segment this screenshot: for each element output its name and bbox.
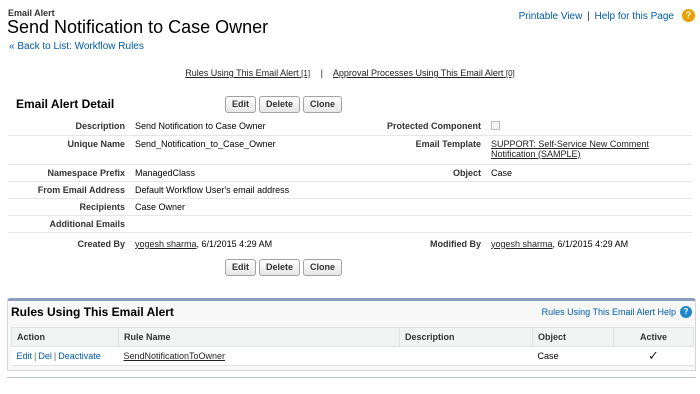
section-title: Email Alert Detail [16,97,115,111]
checkmark-icon: ✓ [648,348,659,363]
delete-button[interactable]: Delete [259,259,301,276]
detail-row: Namespace Prefix ManagedClass Object Cas… [8,164,692,182]
field-label: Created By [77,238,125,249]
field-label: Object [346,164,486,182]
field-value: Case [486,164,692,182]
object-cell: Case [532,346,614,366]
help-for-page-link[interactable]: Help for this Page [595,11,675,22]
field-label: Modified By [430,238,481,249]
created-date: , 6/1/2015 4:29 AM [196,238,273,249]
modified-date: , 6/1/2015 4:29 AM [552,238,629,249]
column-header-active[interactable]: Active [613,327,694,347]
detail-row: Description Send Notification to Case Ow… [8,118,692,136]
field-value [130,215,692,233]
delete-button[interactable]: Delete [259,96,301,113]
active-cell: ✓ [613,346,694,366]
question-circle-icon[interactable]: ? [680,306,692,318]
page-help-links: Printable View | Help for this Page [519,11,674,22]
edit-button[interactable]: Edit [225,259,256,276]
field-value: yogesh sharma, 6/1/2015 4:29 AM [130,232,346,257]
rule-name-cell: SendNotificationToOwner [118,346,400,366]
rules-using-link[interactable]: Rules Using This Email Alert [1] [185,68,310,78]
field-label: Protected Component [346,118,486,136]
detail-row: Unique Name Send_Notification_to_Case_Ow… [8,135,692,165]
field-value [486,118,692,136]
detail-row: Recipients Case Owner [8,198,692,216]
table-header-row: Action Rule Name Description Object Acti… [11,327,694,347]
field-value: Send_Notification_to_Case_Owner [130,135,346,165]
divider [7,377,696,378]
deactivate-rule-link[interactable]: Deactivate [58,351,101,361]
delete-rule-link[interactable]: Del [38,351,52,361]
detail-table: Description Send Notification to Case Ow… [8,118,692,257]
column-header-action: Action [11,327,119,347]
field-value: ManagedClass [130,164,346,182]
separator: | [587,11,590,22]
column-header-description[interactable]: Description [399,327,533,347]
column-header-object[interactable]: Object [532,327,614,347]
protected-checkbox [491,121,500,130]
bottom-button-bar: Edit Delete Clone [225,259,343,276]
field-label: Email Template [346,135,486,165]
row-actions: Edit | Del | Deactivate [11,346,119,366]
related-list-title: Rules Using This Email Alert [11,305,174,319]
rule-name-link[interactable]: SendNotificationToOwner [124,351,226,361]
detail-row: Created By yogesh sharma, 6/1/2015 4:29 … [8,232,692,257]
field-value: Case Owner [130,198,692,216]
field-value: yogesh sharma, 6/1/2015 4:29 AM [486,232,692,257]
clone-button[interactable]: Clone [303,259,343,276]
rules-table: Action Rule Name Description Object Acti… [11,327,694,366]
table-row: Edit | Del | Deactivate SendNotificationToOw… [11,346,694,366]
field-value: Send Notification to Case Owner [130,118,346,136]
related-list-help-link[interactable]: Rules Using This Email Alert Help [542,307,676,317]
field-label: Description [8,118,130,136]
edit-button[interactable]: Edit [225,96,256,113]
field-label: From Email Address [8,181,130,199]
printable-view-link[interactable]: Printable View [519,11,583,22]
email-template-link[interactable]: SUPPORT: Self-Service New Comment Notifi… [491,139,649,159]
page-title: Send Notification to Case Owner [7,17,269,37]
description-cell [399,346,533,366]
back-to-list-link[interactable]: « Back to List: Workflow Rules [9,41,144,52]
related-list-links: Rules Using This Email Alert [1] | Appro… [0,68,700,78]
field-label: Additional Emails [8,215,130,233]
field-value: SUPPORT: Self-Service New Comment Notifi… [486,135,692,165]
created-by-user-link[interactable]: yogesh sharma [135,239,197,249]
field-label: Recipients [8,198,130,216]
field-value: Default Workflow User's email address [130,181,692,199]
edit-rule-link[interactable]: Edit [17,351,33,361]
column-header-rule-name[interactable]: Rule Name [118,327,400,347]
top-button-bar: Edit Delete Clone [225,96,343,113]
detail-row: Additional Emails [8,215,692,233]
field-label: Unique Name [8,135,130,165]
question-circle-icon[interactable]: ? [682,9,695,22]
approval-processes-link[interactable]: Approval Processes Using This Email Aler… [333,68,515,78]
separator: | [320,68,323,78]
clone-button[interactable]: Clone [303,96,343,113]
modified-by-user-link[interactable]: yogesh sharma [491,239,553,249]
detail-row: From Email Address Default Workflow User… [8,181,692,199]
field-label: Namespace Prefix [8,164,130,182]
